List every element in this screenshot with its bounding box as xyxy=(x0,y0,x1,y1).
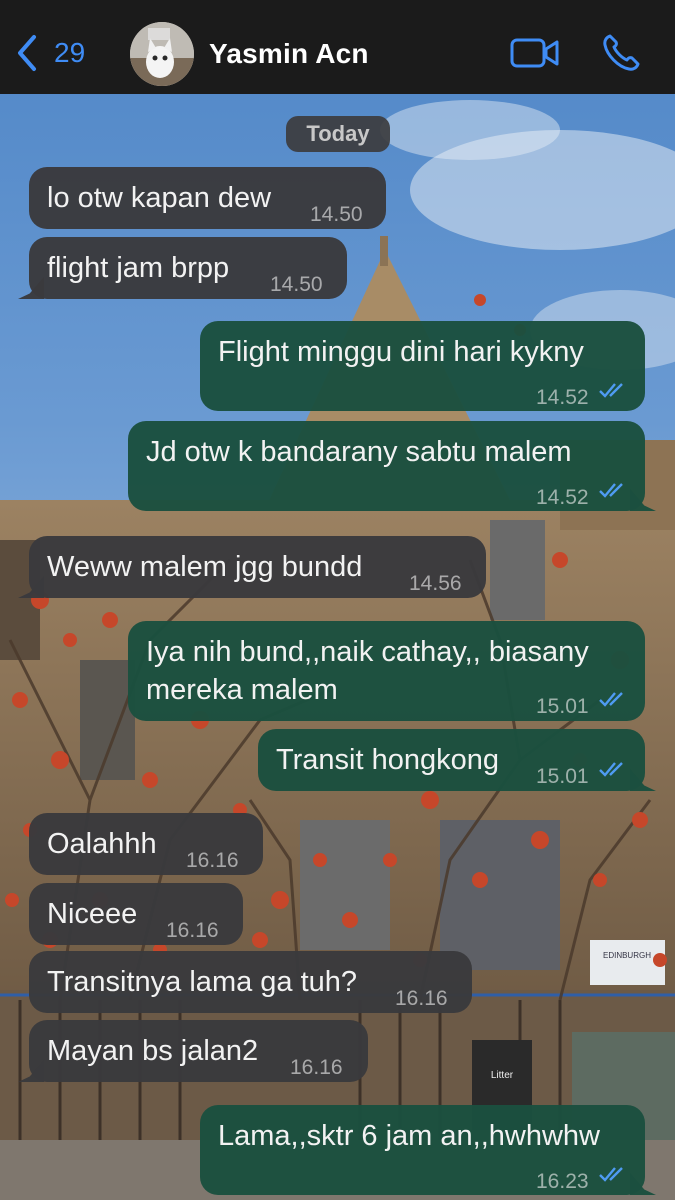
read-receipt-icon xyxy=(599,483,623,498)
message-bubble-sent[interactable]: Jd otw k bandarany sabtu malem 14.52 xyxy=(128,421,645,511)
message-time: 15.01 xyxy=(536,695,589,718)
read-receipt-icon xyxy=(599,1167,623,1182)
message-bubble-received[interactable]: Transitnya lama ga tuh? 16.16 xyxy=(29,951,472,1013)
back-button[interactable]: 29 xyxy=(14,32,85,74)
chevron-left-icon xyxy=(18,35,36,71)
read-receipt-icon xyxy=(599,383,623,398)
message-text: Niceee xyxy=(47,898,138,930)
message-time: 14.50 xyxy=(310,203,363,226)
message-bubble-sent[interactable]: Flight minggu dini hari kykny 14.52 xyxy=(200,321,645,411)
message-text: Weww malem jgg bundd xyxy=(47,551,363,583)
bin-label: Litter xyxy=(491,1070,514,1081)
message-text: lo otw kapan dew xyxy=(47,182,272,214)
message-text: Lama,,sktr 6 jam an,,hwhwhw xyxy=(218,1120,600,1152)
phone-icon[interactable] xyxy=(601,33,641,73)
message-time: 14.52 xyxy=(536,486,589,509)
video-camera-icon[interactable] xyxy=(510,37,560,69)
message-time: 16.16 xyxy=(186,849,239,872)
message-time: 16.23 xyxy=(536,1170,589,1193)
date-separator: Today xyxy=(286,116,390,152)
message-time: 16.16 xyxy=(166,919,219,942)
message-time: 16.16 xyxy=(290,1056,343,1079)
message-bubble-received[interactable]: Niceee 16.16 xyxy=(29,883,243,945)
message-text: Transitnya lama ga tuh? xyxy=(47,966,358,998)
message-bubble-received[interactable]: Oalahhh 16.16 xyxy=(29,813,263,875)
message-bubble-received[interactable]: Mayan bs jalan2 16.16 xyxy=(29,1020,368,1082)
chat-screen: EDINBURGH Litter 29 Yasmin Acn Today lo … xyxy=(0,0,675,1200)
message-time: 14.50 xyxy=(270,273,323,296)
contact-avatar[interactable] xyxy=(130,22,194,86)
message-text: Flight minggu dini hari kykny xyxy=(218,336,584,368)
message-bubble-received[interactable]: flight jam brpp 14.50 xyxy=(29,237,347,299)
message-text: Jd otw k bandarany sabtu malem xyxy=(146,436,572,468)
chat-header: 29 Yasmin Acn xyxy=(0,0,675,94)
message-time: 14.56 xyxy=(409,572,462,595)
message-bubble-received[interactable]: Weww malem jgg bundd 14.56 xyxy=(29,536,486,598)
read-receipt-icon xyxy=(599,762,623,777)
message-text: Transit hongkong xyxy=(276,744,500,776)
message-bubble-sent[interactable]: Iya nih bund,,naik cathay,, biasany mere… xyxy=(128,621,645,721)
message-bubble-sent[interactable]: Lama,,sktr 6 jam an,,hwhwhw 16.23 xyxy=(200,1105,645,1195)
message-time: 15.01 xyxy=(536,765,589,788)
message-text: Oalahhh xyxy=(47,828,157,860)
message-text: flight jam brpp xyxy=(47,252,230,284)
read-receipt-icon xyxy=(599,692,623,707)
contact-name[interactable]: Yasmin Acn xyxy=(209,38,369,70)
unread-count: 29 xyxy=(54,37,86,68)
wallpaper-sign-text: EDINBURGH xyxy=(603,951,651,960)
message-time: 14.52 xyxy=(536,386,589,409)
message-text: Mayan bs jalan2 xyxy=(47,1035,259,1067)
message-bubble-sent[interactable]: Transit hongkong 15.01 xyxy=(258,729,645,791)
message-bubble-received[interactable]: lo otw kapan dew 14.50 xyxy=(29,167,386,229)
message-time: 16.16 xyxy=(395,987,448,1010)
